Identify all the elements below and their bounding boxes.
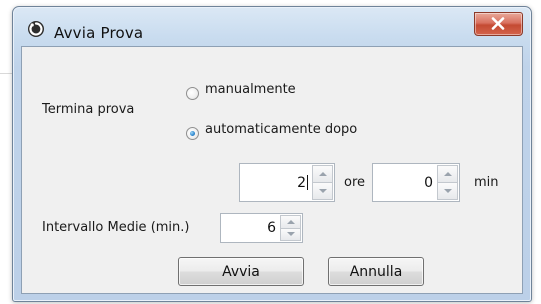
hours-decrement-button[interactable] (312, 183, 333, 200)
intervallo-value[interactable]: 6 (267, 214, 276, 242)
intervallo-spinbox[interactable]: 6 (220, 213, 303, 243)
hours-unit-label: ore (344, 175, 366, 190)
termina-prova-label: Termina prova (42, 102, 135, 117)
radio-automaticamente-label[interactable]: automaticamente dopo (205, 122, 357, 137)
intervallo-increment-button[interactable] (280, 215, 301, 229)
close-button[interactable] (474, 12, 523, 36)
dialog-content: Termina prova manualmente automaticament… (21, 46, 523, 294)
text-cursor (307, 175, 308, 190)
arrow-up-icon (443, 172, 452, 176)
hours-spinbox[interactable]: 2 (239, 163, 335, 202)
window-title: Avvia Prova (54, 24, 144, 42)
app-icon (27, 20, 45, 38)
annulla-button[interactable]: Annulla (328, 257, 424, 286)
arrow-down-icon (286, 232, 295, 237)
dialog-window: Avvia Prova Termina prova manualmente au… (12, 6, 532, 302)
arrow-down-icon (318, 189, 327, 193)
intervallo-decrement-button[interactable] (280, 228, 301, 241)
radio-manualmente-label[interactable]: manualmente (205, 82, 296, 97)
arrow-up-icon (286, 219, 295, 224)
close-icon (491, 17, 505, 30)
arrow-up-icon (318, 172, 327, 176)
title-bar[interactable]: Avvia Prova (13, 7, 531, 51)
arrow-down-icon (443, 189, 452, 193)
radio-automaticamente[interactable] (186, 127, 199, 140)
hours-value[interactable]: 2 (297, 164, 308, 201)
minutes-increment-button[interactable] (437, 165, 458, 183)
minutes-unit-label: min (474, 175, 499, 190)
minutes-decrement-button[interactable] (437, 183, 458, 200)
minutes-spinbox[interactable]: 0 (372, 163, 460, 202)
radio-manualmente[interactable] (186, 87, 199, 100)
hours-increment-button[interactable] (312, 165, 333, 183)
intervallo-medie-label: Intervallo Medie (min.) (42, 220, 190, 235)
minutes-value[interactable]: 0 (424, 164, 433, 201)
avvia-button[interactable]: Avvia (178, 257, 304, 286)
